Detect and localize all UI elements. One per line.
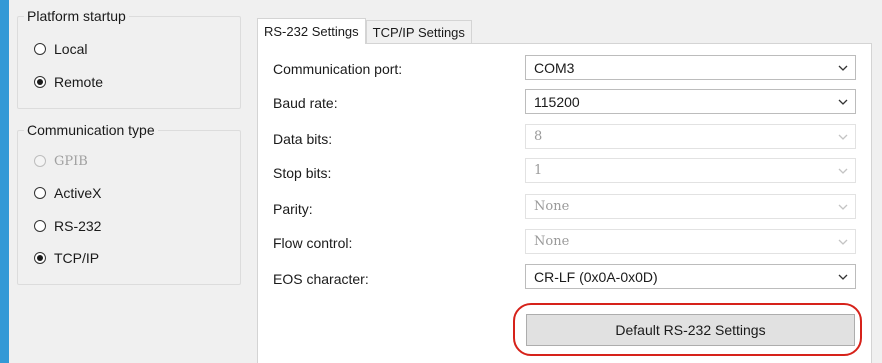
tab-rs232-settings[interactable]: RS-232 Settings	[257, 18, 366, 44]
eos-character-dropdown[interactable]: CR-LF (0x0A-0x0D)	[525, 264, 856, 289]
stop-bits-value: 1	[534, 163, 543, 178]
chevron-down-icon	[838, 168, 848, 174]
radio-rs232[interactable]: RS-232	[34, 216, 101, 236]
tab-tcpip-settings[interactable]: TCP/IP Settings	[365, 20, 472, 44]
data-bits-label: Data bits:	[273, 131, 333, 147]
chevron-down-icon	[838, 204, 848, 210]
radio-remote[interactable]: Remote	[34, 72, 103, 92]
flow-control-dropdown: None	[525, 229, 856, 254]
radio-activex-label: ActiveX	[54, 185, 102, 201]
radio-button-icon[interactable]	[34, 220, 46, 232]
left-pane: Platform startup Local Remote Communicat…	[9, 0, 247, 363]
platform-startup-group: Platform startup Local Remote	[17, 8, 241, 109]
window-edge-strip	[0, 0, 9, 363]
flow-control-label: Flow control:	[273, 235, 353, 251]
communication-type-title: Communication type	[24, 122, 158, 138]
parity-value: None	[534, 199, 570, 214]
parity-label: Parity:	[273, 201, 313, 217]
radio-local[interactable]: Local	[34, 39, 87, 59]
communication-port-label: Communication port:	[273, 61, 403, 77]
flow-control-value: None	[534, 234, 570, 249]
eos-character-value: CR-LF (0x0A-0x0D)	[534, 268, 658, 285]
radio-local-label: Local	[54, 41, 88, 57]
radio-button-icon[interactable]	[34, 43, 46, 55]
chevron-down-icon	[838, 274, 848, 280]
data-bits-dropdown: 8	[525, 124, 856, 149]
communication-type-group: Communication type GPIB ActiveX RS-232 T…	[17, 122, 241, 285]
parity-dropdown: None	[525, 194, 856, 219]
settings-tabs: RS-232 Settings TCP/IP Settings	[257, 18, 472, 44]
chevron-down-icon	[838, 65, 848, 71]
radio-gpib-label: GPIB	[54, 153, 88, 169]
communication-port-dropdown[interactable]: COM3	[525, 55, 856, 80]
radio-gpib[interactable]: GPIB	[34, 151, 88, 171]
communication-port-value: COM3	[534, 59, 575, 76]
chevron-down-icon	[838, 99, 848, 105]
data-bits-value: 8	[534, 129, 543, 144]
radio-remote-label: Remote	[54, 74, 104, 90]
radio-tcpip[interactable]: TCP/IP	[34, 248, 99, 268]
radio-button-icon[interactable]	[34, 187, 46, 199]
chevron-down-icon	[838, 239, 848, 245]
radio-button-icon[interactable]	[34, 76, 46, 88]
radio-button-icon	[34, 155, 46, 167]
default-rs232-settings-button[interactable]: Default RS-232 Settings	[526, 314, 855, 346]
baud-rate-label: Baud rate:	[273, 95, 338, 111]
stop-bits-label: Stop bits:	[273, 165, 332, 181]
right-pane: RS-232 Settings TCP/IP Settings Communic…	[247, 0, 882, 363]
radio-rs232-label: RS-232	[54, 218, 102, 234]
baud-rate-value: 115200	[534, 93, 580, 110]
baud-rate-dropdown[interactable]: 115200	[525, 89, 856, 114]
chevron-down-icon	[838, 134, 848, 140]
eos-character-label: EOS character:	[273, 271, 369, 287]
radio-button-icon[interactable]	[34, 252, 46, 264]
radio-activex[interactable]: ActiveX	[34, 183, 101, 203]
platform-startup-title: Platform startup	[24, 8, 129, 24]
radio-tcpip-label: TCP/IP	[54, 250, 100, 266]
rs232-settings-panel: Communication port: COM3 Baud rate: 1152…	[257, 43, 872, 363]
stop-bits-dropdown: 1	[525, 158, 856, 183]
